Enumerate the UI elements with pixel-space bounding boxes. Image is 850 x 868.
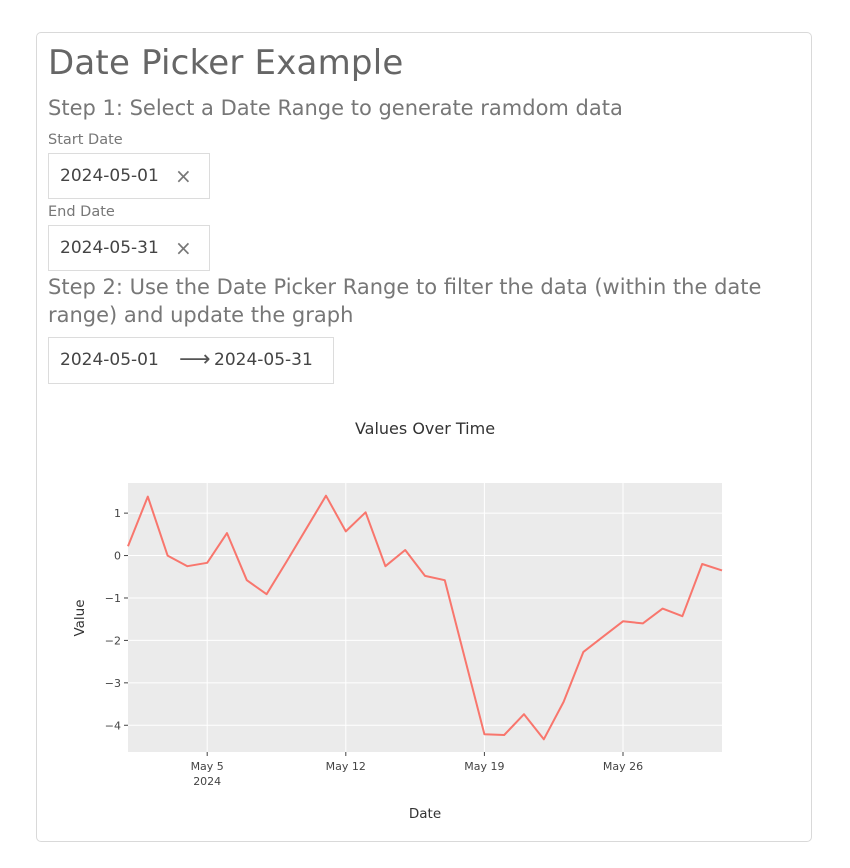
step2-heading: Step 2: Use the Date Picker Range to fil… <box>48 275 762 327</box>
y-tick-label: −4 <box>105 719 121 732</box>
end-date-clear-icon[interactable]: × <box>175 236 192 260</box>
y-tick-label: 1 <box>114 507 121 520</box>
range-start-input[interactable]: 2024-05-01 <box>60 350 159 370</box>
date-range-picker[interactable]: 2024-05-01 ⟶ 2024-05-31 <box>48 337 334 384</box>
x-tick-label: May 12 <box>326 760 366 773</box>
x-tick-label: May 19 <box>464 760 504 773</box>
x-axis-label: Date <box>409 806 441 822</box>
y-axis-label: Value <box>72 599 88 636</box>
y-tick-label: 0 <box>114 550 121 563</box>
arrow-right-icon: ⟶ <box>179 347 211 372</box>
end-date-input[interactable]: 2024-05-31 <box>60 238 159 258</box>
y-tick-label: −2 <box>105 634 121 647</box>
start-date-clear-icon[interactable]: × <box>175 164 192 188</box>
y-tick-label: −1 <box>105 592 121 605</box>
y-tick-label: −3 <box>105 677 121 690</box>
page-title: Date Picker Example <box>48 43 404 83</box>
start-date-input[interactable]: 2024-05-01 <box>60 166 159 186</box>
x-tick-label: May 26 <box>603 760 643 773</box>
start-date-picker[interactable]: 2024-05-01 × <box>48 153 210 199</box>
end-date-picker[interactable]: 2024-05-31 × <box>48 225 210 271</box>
values-over-time-chart: Values Over Time 1 0 −1 −2 −3 −4 May 5 2024 May … <box>72 419 723 822</box>
chart-title: Values Over Time <box>355 419 495 438</box>
range-end-input[interactable]: 2024-05-31 <box>214 350 313 370</box>
x-tick-label: May 5 <box>191 760 224 773</box>
plot-background <box>128 483 722 752</box>
end-date-label: End Date <box>48 204 115 220</box>
step1-heading: Step 1: Select a Date Range to generate … <box>48 96 623 120</box>
start-date-label: Start Date <box>48 132 123 148</box>
x-tick-sublabel: 2024 <box>193 775 221 788</box>
